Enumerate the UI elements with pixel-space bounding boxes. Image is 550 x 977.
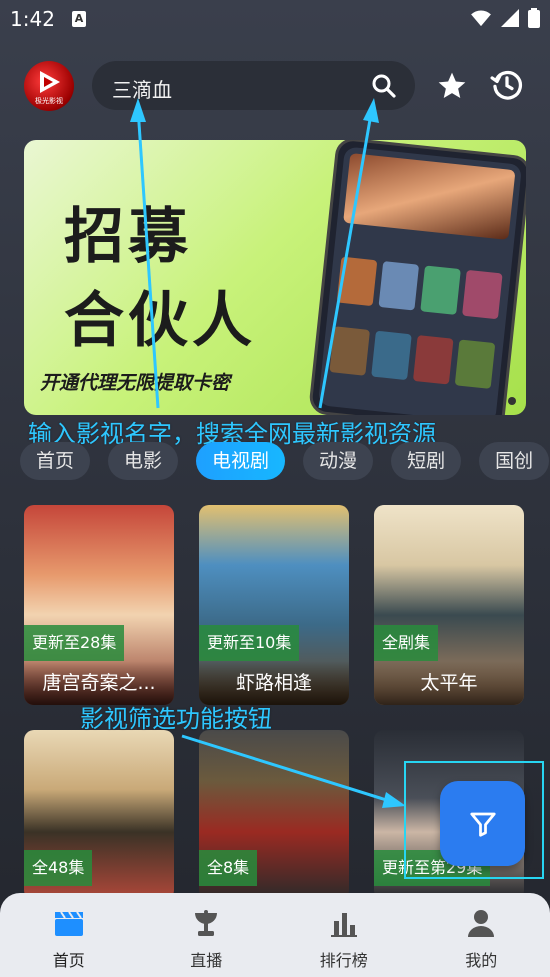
media-card[interactable]: 全8集 <box>199 730 349 900</box>
category-tabs: 首页 电影 电视剧 动漫 短剧 国创 <box>20 442 550 480</box>
search-icon[interactable] <box>371 73 397 99</box>
card-title: 太平年 <box>374 661 524 705</box>
user-icon <box>468 910 495 937</box>
history-icon[interactable] <box>490 68 524 102</box>
status-icons <box>470 8 540 28</box>
banner-page-indicator <box>508 397 516 405</box>
bottom-nav: 首页 直播 排行榜 我的 <box>0 893 550 977</box>
app-logo[interactable]: 极光影视 <box>24 61 74 111</box>
update-badge: 全48集 <box>24 850 93 886</box>
tab-movies[interactable]: 电影 <box>108 442 179 480</box>
tab-home[interactable]: 首页 <box>20 442 91 480</box>
battery-icon <box>528 8 540 28</box>
banner-title-line2: 合伙人 <box>64 286 256 356</box>
satellite-dish-icon <box>195 910 218 936</box>
tab-anime[interactable]: 动漫 <box>303 442 374 480</box>
promo-banner[interactable]: 招募 合伙人 开通代理无限提取卡密 <box>24 140 526 415</box>
tab-chinese-animation[interactable]: 国创 <box>479 442 550 480</box>
wifi-icon <box>471 10 491 27</box>
play-icon <box>40 71 60 93</box>
nav-home-label: 首页 <box>52 951 85 970</box>
status-bar: 1:42 A <box>0 0 550 40</box>
filter-icon <box>469 812 496 837</box>
clapperboard-icon <box>54 911 83 936</box>
tab-short-drama[interactable]: 短剧 <box>391 442 462 480</box>
nav-home[interactable]: 首页 <box>0 893 138 977</box>
media-card[interactable]: 更新至28集 唐宫奇案之... <box>24 505 174 705</box>
logo-text: 极光影视 <box>35 97 63 105</box>
nav-profile-label: 我的 <box>465 951 498 970</box>
media-card[interactable]: 全剧集 太平年 <box>374 505 524 705</box>
media-card[interactable]: 更新至10集 虾路相逢 <box>199 505 349 705</box>
bar-chart-icon <box>330 913 357 937</box>
nav-live[interactable]: 直播 <box>138 893 276 977</box>
nav-ranking[interactable]: 排行榜 <box>275 893 413 977</box>
filter-annotation: 影视筛选功能按钮 <box>80 705 272 733</box>
media-card[interactable]: 全48集 <box>24 730 174 900</box>
tab-tv-series[interactable]: 电视剧 <box>196 442 286 480</box>
update-badge: 全剧集 <box>374 625 439 661</box>
banner-subtitle: 开通代理无限提取卡密 <box>40 372 231 394</box>
filter-button[interactable] <box>440 781 525 866</box>
nav-live-label: 直播 <box>190 951 223 970</box>
notification-icon: A <box>72 11 86 27</box>
update-badge: 全8集 <box>199 850 258 886</box>
nav-ranking-label: 排行榜 <box>319 951 368 970</box>
phone-mockup-image <box>308 140 526 415</box>
search-input[interactable]: 三滴血 <box>92 61 415 110</box>
search-value[interactable]: 三滴血 <box>112 74 172 103</box>
banner-title-line1: 招募 <box>64 202 192 272</box>
update-badge: 更新至10集 <box>199 625 300 661</box>
status-time: 1:42 <box>10 7 55 31</box>
star-icon[interactable] <box>436 70 468 102</box>
nav-profile[interactable]: 我的 <box>413 893 550 977</box>
update-badge: 更新至28集 <box>24 625 125 661</box>
signal-icon <box>501 9 519 27</box>
